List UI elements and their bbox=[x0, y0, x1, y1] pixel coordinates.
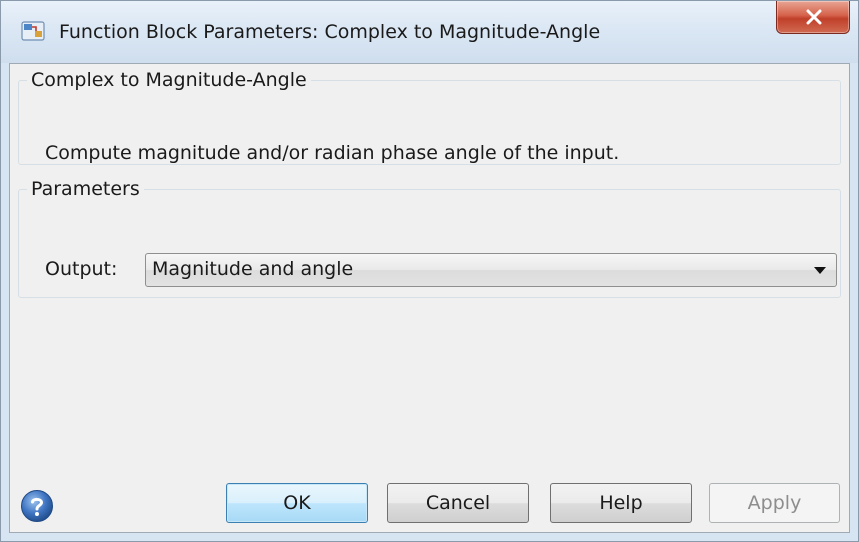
dialog-window: Function Block Parameters: Complex to Ma… bbox=[0, 0, 859, 542]
cancel-button[interactable]: Cancel bbox=[387, 483, 529, 523]
close-button[interactable] bbox=[776, 1, 850, 34]
help-button[interactable]: Help bbox=[550, 483, 692, 523]
window-title: Function Block Parameters: Complex to Ma… bbox=[59, 21, 601, 43]
dialog-content: Complex to Magnitude-Angle Compute magni… bbox=[9, 63, 850, 533]
title-bar[interactable]: Function Block Parameters: Complex to Ma… bbox=[1, 1, 858, 63]
simulink-block-icon bbox=[21, 21, 45, 41]
chevron-down-icon[interactable] bbox=[814, 267, 826, 274]
description-group-legend: Complex to Magnitude-Angle bbox=[31, 69, 307, 91]
output-label: Output: bbox=[45, 258, 118, 280]
parameters-group: Parameters Output: Magnitude and angle bbox=[18, 177, 841, 298]
block-description: Compute magnitude and/or radian phase an… bbox=[45, 142, 620, 164]
output-select[interactable]: Magnitude and angle bbox=[145, 253, 837, 287]
description-group: Complex to Magnitude-Angle Compute magni… bbox=[18, 68, 841, 165]
help-question-icon[interactable] bbox=[20, 489, 54, 523]
close-icon bbox=[806, 9, 822, 25]
parameters-group-legend: Parameters bbox=[31, 178, 140, 200]
apply-button[interactable]: Apply bbox=[709, 483, 840, 523]
output-select-value: Magnitude and angle bbox=[152, 258, 354, 280]
ok-button[interactable]: OK bbox=[226, 483, 368, 523]
